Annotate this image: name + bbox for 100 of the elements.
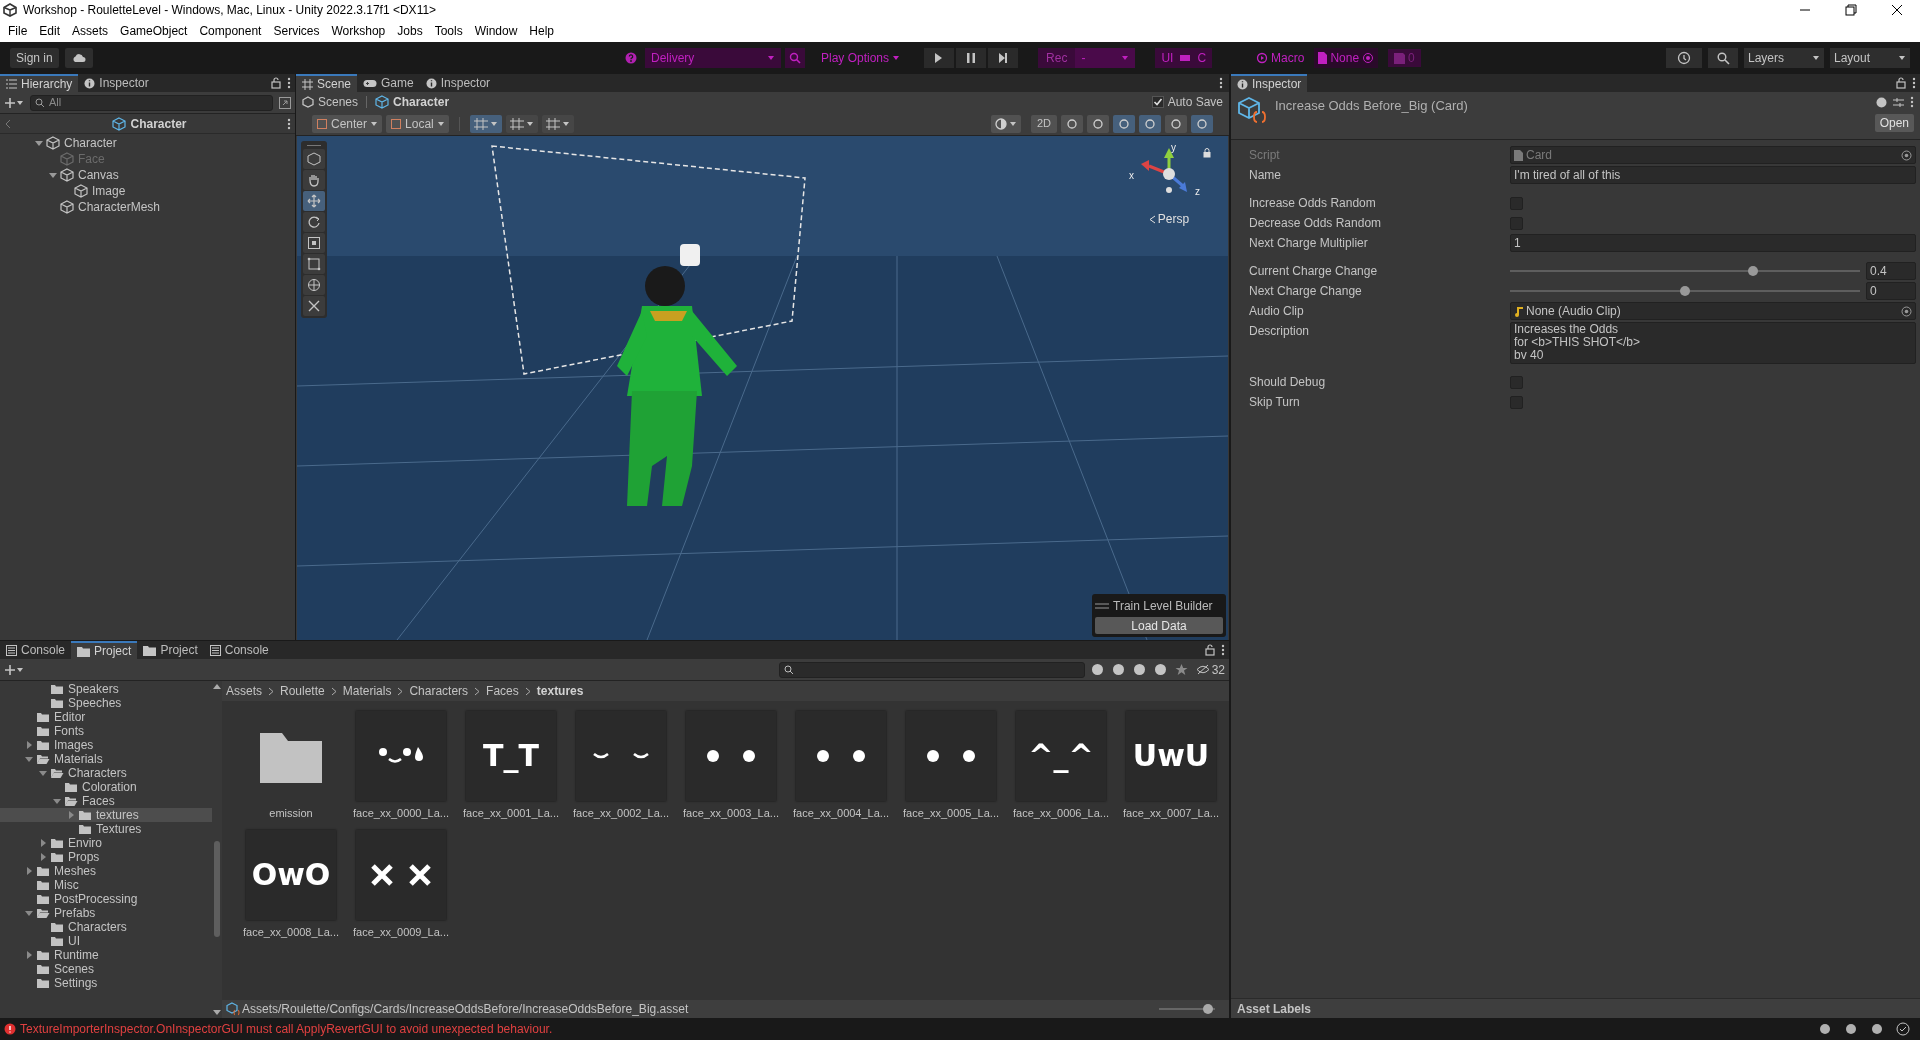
custom-tool-button[interactable] <box>303 296 325 316</box>
object-field[interactable]: None (Audio Clip) <box>1510 302 1916 320</box>
asset-label[interactable]: emission <box>269 805 313 822</box>
more-options-icon[interactable] <box>287 117 291 130</box>
panel-tab[interactable]: Game <box>357 74 420 92</box>
folder-tree-item[interactable]: PostProcessing <box>0 892 212 906</box>
panel-tab[interactable]: Project <box>71 641 138 659</box>
collapsed-arrow-icon[interactable] <box>38 852 48 862</box>
collapsed-arrow-icon[interactable] <box>24 950 34 960</box>
effects-button[interactable] <box>1113 114 1135 133</box>
panel-tab[interactable]: Console <box>0 641 72 659</box>
audio-button[interactable] <box>1087 114 1109 133</box>
tree-item[interactable]: CharacterMesh <box>78 198 161 216</box>
lock-icon[interactable] <box>1205 644 1215 656</box>
cloud-button[interactable] <box>64 48 93 68</box>
expanded-arrow-icon[interactable] <box>24 754 34 764</box>
lighting-button[interactable] <box>1061 114 1083 133</box>
panel-tab[interactable]: Inspector <box>419 74 497 92</box>
breadcrumb-link[interactable]: Characters <box>409 682 469 700</box>
expanded-arrow-icon[interactable] <box>38 768 48 778</box>
folder-tree-item[interactable]: Images <box>0 738 212 752</box>
folder-tree-item[interactable]: Prefabs <box>0 906 212 920</box>
expanded-arrow-icon[interactable] <box>24 908 34 918</box>
folder-tree-item[interactable]: Meshes <box>0 864 212 878</box>
scroll-down-icon[interactable] <box>213 1010 221 1016</box>
more-options-icon[interactable] <box>1910 96 1914 108</box>
transform-tool-button[interactable] <box>303 275 325 295</box>
panel-tab[interactable]: Hierarchy <box>0 74 79 92</box>
folder-tree-item[interactable]: Faces <box>0 794 212 808</box>
folder-tree-item[interactable]: Enviro <box>0 836 212 850</box>
grid-snap-button[interactable] <box>469 114 502 133</box>
texture-thumbnail[interactable]: ^_^ <box>1016 711 1106 801</box>
breadcrumb-link[interactable]: Roulette <box>280 682 325 700</box>
2d-toggle-button[interactable]: 2D <box>1030 114 1057 133</box>
lock-icon[interactable] <box>1896 77 1906 89</box>
play-button[interactable] <box>924 48 955 68</box>
lock-icon[interactable] <box>1203 148 1211 158</box>
expanded-arrow-icon[interactable] <box>52 796 62 806</box>
gizmos-button[interactable] <box>1191 114 1213 133</box>
expanded-arrow-icon[interactable] <box>48 170 58 180</box>
layers-dropdown[interactable]: Layers <box>1744 48 1824 68</box>
add-button[interactable] <box>4 663 24 676</box>
move-tool-button[interactable] <box>303 191 325 211</box>
target-icon[interactable] <box>1901 305 1912 317</box>
rotate-tool-button[interactable] <box>303 212 325 232</box>
zoom-slider[interactable] <box>1159 1004 1215 1014</box>
hand-tool-button[interactable] <box>303 170 325 190</box>
macro-button[interactable]: Macro <box>1256 49 1305 67</box>
folder-tree-item[interactable]: Misc <box>0 878 212 892</box>
snap-increment-button[interactable] <box>505 114 538 133</box>
breadcrumb-link[interactable]: textures <box>536 682 584 700</box>
ruler-button[interactable] <box>541 114 574 133</box>
asset-label[interactable]: face_xx_0009_La... <box>353 923 449 940</box>
breadcrumb-link[interactable]: Faces <box>486 682 519 700</box>
more-options-icon[interactable] <box>287 77 291 89</box>
layout-dropdown[interactable]: Layout <box>1830 48 1910 68</box>
breadcrumb-link[interactable]: Scenes <box>318 93 359 111</box>
asset-label[interactable]: face_xx_0001_La... <box>463 805 559 822</box>
menu-item[interactable]: Edit <box>33 22 67 40</box>
menu-item[interactable]: GameObject <box>114 22 194 40</box>
folder-tree-item[interactable]: Speeches <box>0 696 212 710</box>
folder-tree-item[interactable]: Materials <box>0 752 212 766</box>
asset-label[interactable]: face_xx_0006_La... <box>1013 805 1109 822</box>
tree-item[interactable]: Image <box>92 182 126 200</box>
folder-tree-item[interactable]: Runtime <box>0 948 212 962</box>
texture-thumbnail[interactable] <box>356 711 446 801</box>
folder-tree-item[interactable]: Scenes <box>0 962 212 976</box>
hidden-objects-button[interactable] <box>1139 114 1161 133</box>
view-tool-button[interactable] <box>303 149 325 169</box>
asset-label[interactable]: face_xx_0003_La... <box>683 805 779 822</box>
pivot-dropdown[interactable]: Center <box>312 114 383 133</box>
texture-thumbnail[interactable] <box>686 711 776 801</box>
texture-thumbnail[interactable]: T_T <box>466 711 556 801</box>
menu-item[interactable]: Window <box>468 22 524 40</box>
folder-tree-item[interactable]: UI <box>0 934 212 948</box>
auto-save-checkbox[interactable]: Auto Save <box>1151 93 1223 111</box>
menu-item[interactable]: Tools <box>428 22 469 40</box>
slider-thumb[interactable] <box>1680 286 1690 296</box>
panel-tab[interactable]: Scene <box>296 74 358 92</box>
panel-tab[interactable]: Console <box>203 641 275 659</box>
texture-thumbnail[interactable] <box>906 711 996 801</box>
slider-thumb[interactable] <box>1748 266 1758 276</box>
panel-tab[interactable]: Inspector <box>1231 74 1308 92</box>
sign-in-button[interactable]: Sign in <box>10 48 59 68</box>
asset-label[interactable]: face_xx_0004_La... <box>793 805 889 822</box>
play-options-button[interactable]: Play Options <box>817 48 905 68</box>
text-field[interactable]: 1 <box>1510 234 1916 252</box>
hidden-packages-button[interactable]: 32 <box>1195 660 1225 679</box>
drag-handle-icon[interactable] <box>1095 603 1109 609</box>
shading-dropdown[interactable] <box>990 114 1021 133</box>
menu-item[interactable]: Workshop <box>325 22 392 40</box>
folder-tree-item[interactable]: Settings <box>0 976 212 990</box>
search-button[interactable] <box>1708 48 1738 68</box>
macro-target-field[interactable]: None <box>1314 48 1379 68</box>
texture-thumbnail[interactable] <box>356 829 446 920</box>
scroll-up-icon[interactable] <box>213 683 221 689</box>
menu-item[interactable]: Jobs <box>391 22 429 40</box>
pause-button[interactable] <box>956 48 987 68</box>
load-data-button[interactable]: Load Data <box>1095 617 1223 634</box>
asset-label[interactable]: face_xx_0007_La... <box>1123 805 1219 822</box>
